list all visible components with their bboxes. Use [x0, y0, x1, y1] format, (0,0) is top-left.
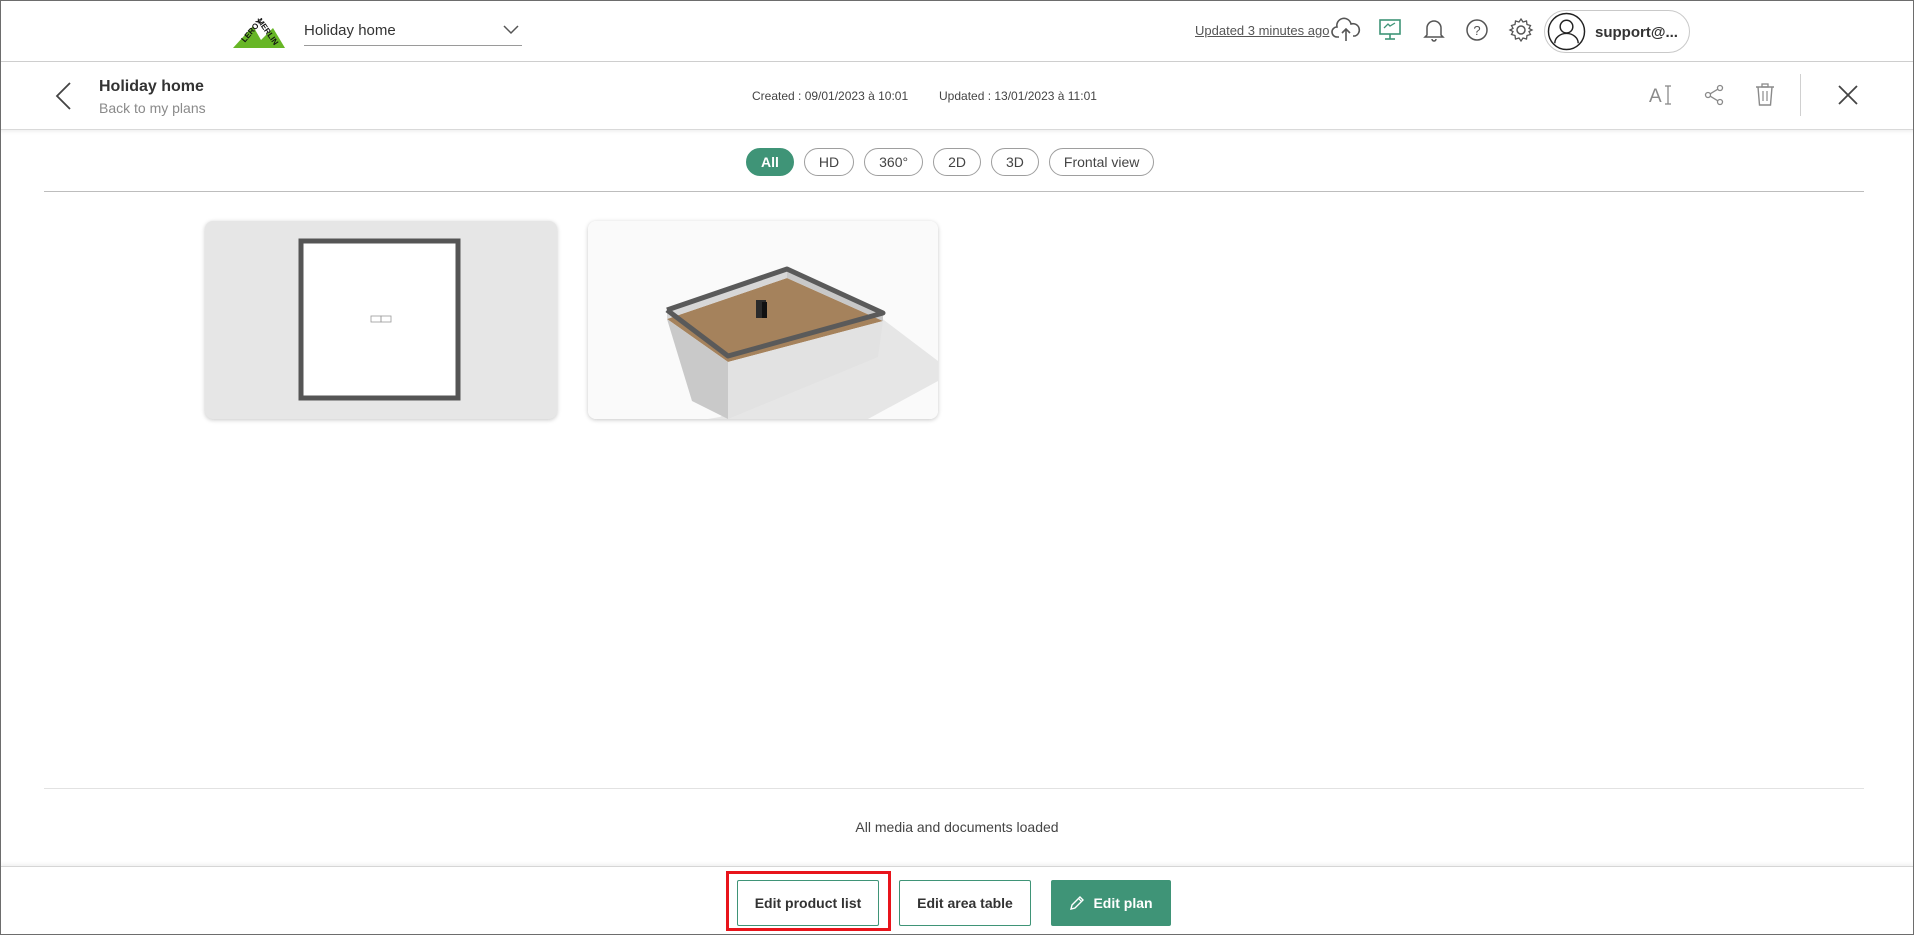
- 2d-plan-thumbnail: [298, 238, 461, 401]
- back-arrow-icon[interactable]: [48, 79, 82, 113]
- filters-divider: [44, 191, 1864, 192]
- back-to-plans-link[interactable]: Back to my plans: [99, 100, 206, 116]
- chevron-down-icon: [503, 25, 519, 35]
- filter-all[interactable]: All: [746, 148, 794, 176]
- media-card-2d-plan[interactable]: [205, 221, 557, 419]
- content-divider: [44, 788, 1864, 789]
- media-card-3d-view[interactable]: [588, 221, 938, 419]
- edit-plan-button[interactable]: Edit plan: [1051, 880, 1171, 926]
- user-menu[interactable]: support@...: [1544, 10, 1690, 53]
- plan-header: Holiday home Back to my plans Created : …: [0, 62, 1914, 130]
- pencil-icon: [1070, 896, 1085, 910]
- window-frame: [0, 0, 1914, 935]
- share-icon[interactable]: [1697, 78, 1731, 112]
- top-bar: LEROY MERLIN Holiday home Updated 3 minu…: [0, 0, 1914, 62]
- plan-title: Holiday home: [99, 78, 204, 95]
- filter-360[interactable]: 360°: [864, 148, 924, 176]
- text-size-icon[interactable]: A: [1644, 78, 1678, 112]
- filter-2d[interactable]: 2D: [933, 148, 981, 176]
- close-icon[interactable]: [1831, 78, 1865, 112]
- help-icon[interactable]: ?: [1461, 14, 1493, 46]
- project-dropdown-label: Holiday home: [304, 22, 396, 39]
- last-updated-link[interactable]: Updated 3 minutes ago: [1195, 23, 1329, 38]
- edit-plan-label: Edit plan: [1093, 895, 1153, 911]
- leroy-merlin-logo[interactable]: LEROY MERLIN: [233, 14, 285, 48]
- bell-icon[interactable]: [1418, 14, 1450, 46]
- header-divider: [1800, 74, 1801, 116]
- user-name: support@...: [1595, 24, 1678, 41]
- edit-area-table-button[interactable]: Edit area table: [899, 880, 1031, 926]
- filter-frontal-view[interactable]: Frontal view: [1048, 148, 1155, 176]
- user-avatar-icon: [1547, 12, 1586, 51]
- svg-text:A: A: [1649, 86, 1662, 107]
- media-filter-chips: All HD 360° 2D 3D Frontal view: [746, 148, 1155, 176]
- updated-date: Updated : 13/01/2023 à 11:01: [939, 89, 1097, 103]
- filter-3d[interactable]: 3D: [991, 148, 1039, 176]
- filter-hd[interactable]: HD: [803, 148, 855, 176]
- project-dropdown[interactable]: Holiday home: [304, 17, 522, 46]
- edit-product-list-button[interactable]: Edit product list: [737, 880, 879, 926]
- svg-text:?: ?: [1473, 23, 1480, 38]
- trash-icon[interactable]: [1748, 78, 1782, 112]
- action-footer: Edit product list Edit area table Edit p…: [0, 866, 1914, 935]
- cloud-upload-icon[interactable]: [1330, 14, 1362, 46]
- gear-icon[interactable]: [1505, 14, 1537, 46]
- monitor-icon[interactable]: [1374, 14, 1406, 46]
- 3d-view-thumbnail: [588, 221, 938, 419]
- created-date: Created : 09/01/2023 à 10:01: [752, 89, 909, 103]
- load-status-text: All media and documents loaded: [855, 819, 1059, 835]
